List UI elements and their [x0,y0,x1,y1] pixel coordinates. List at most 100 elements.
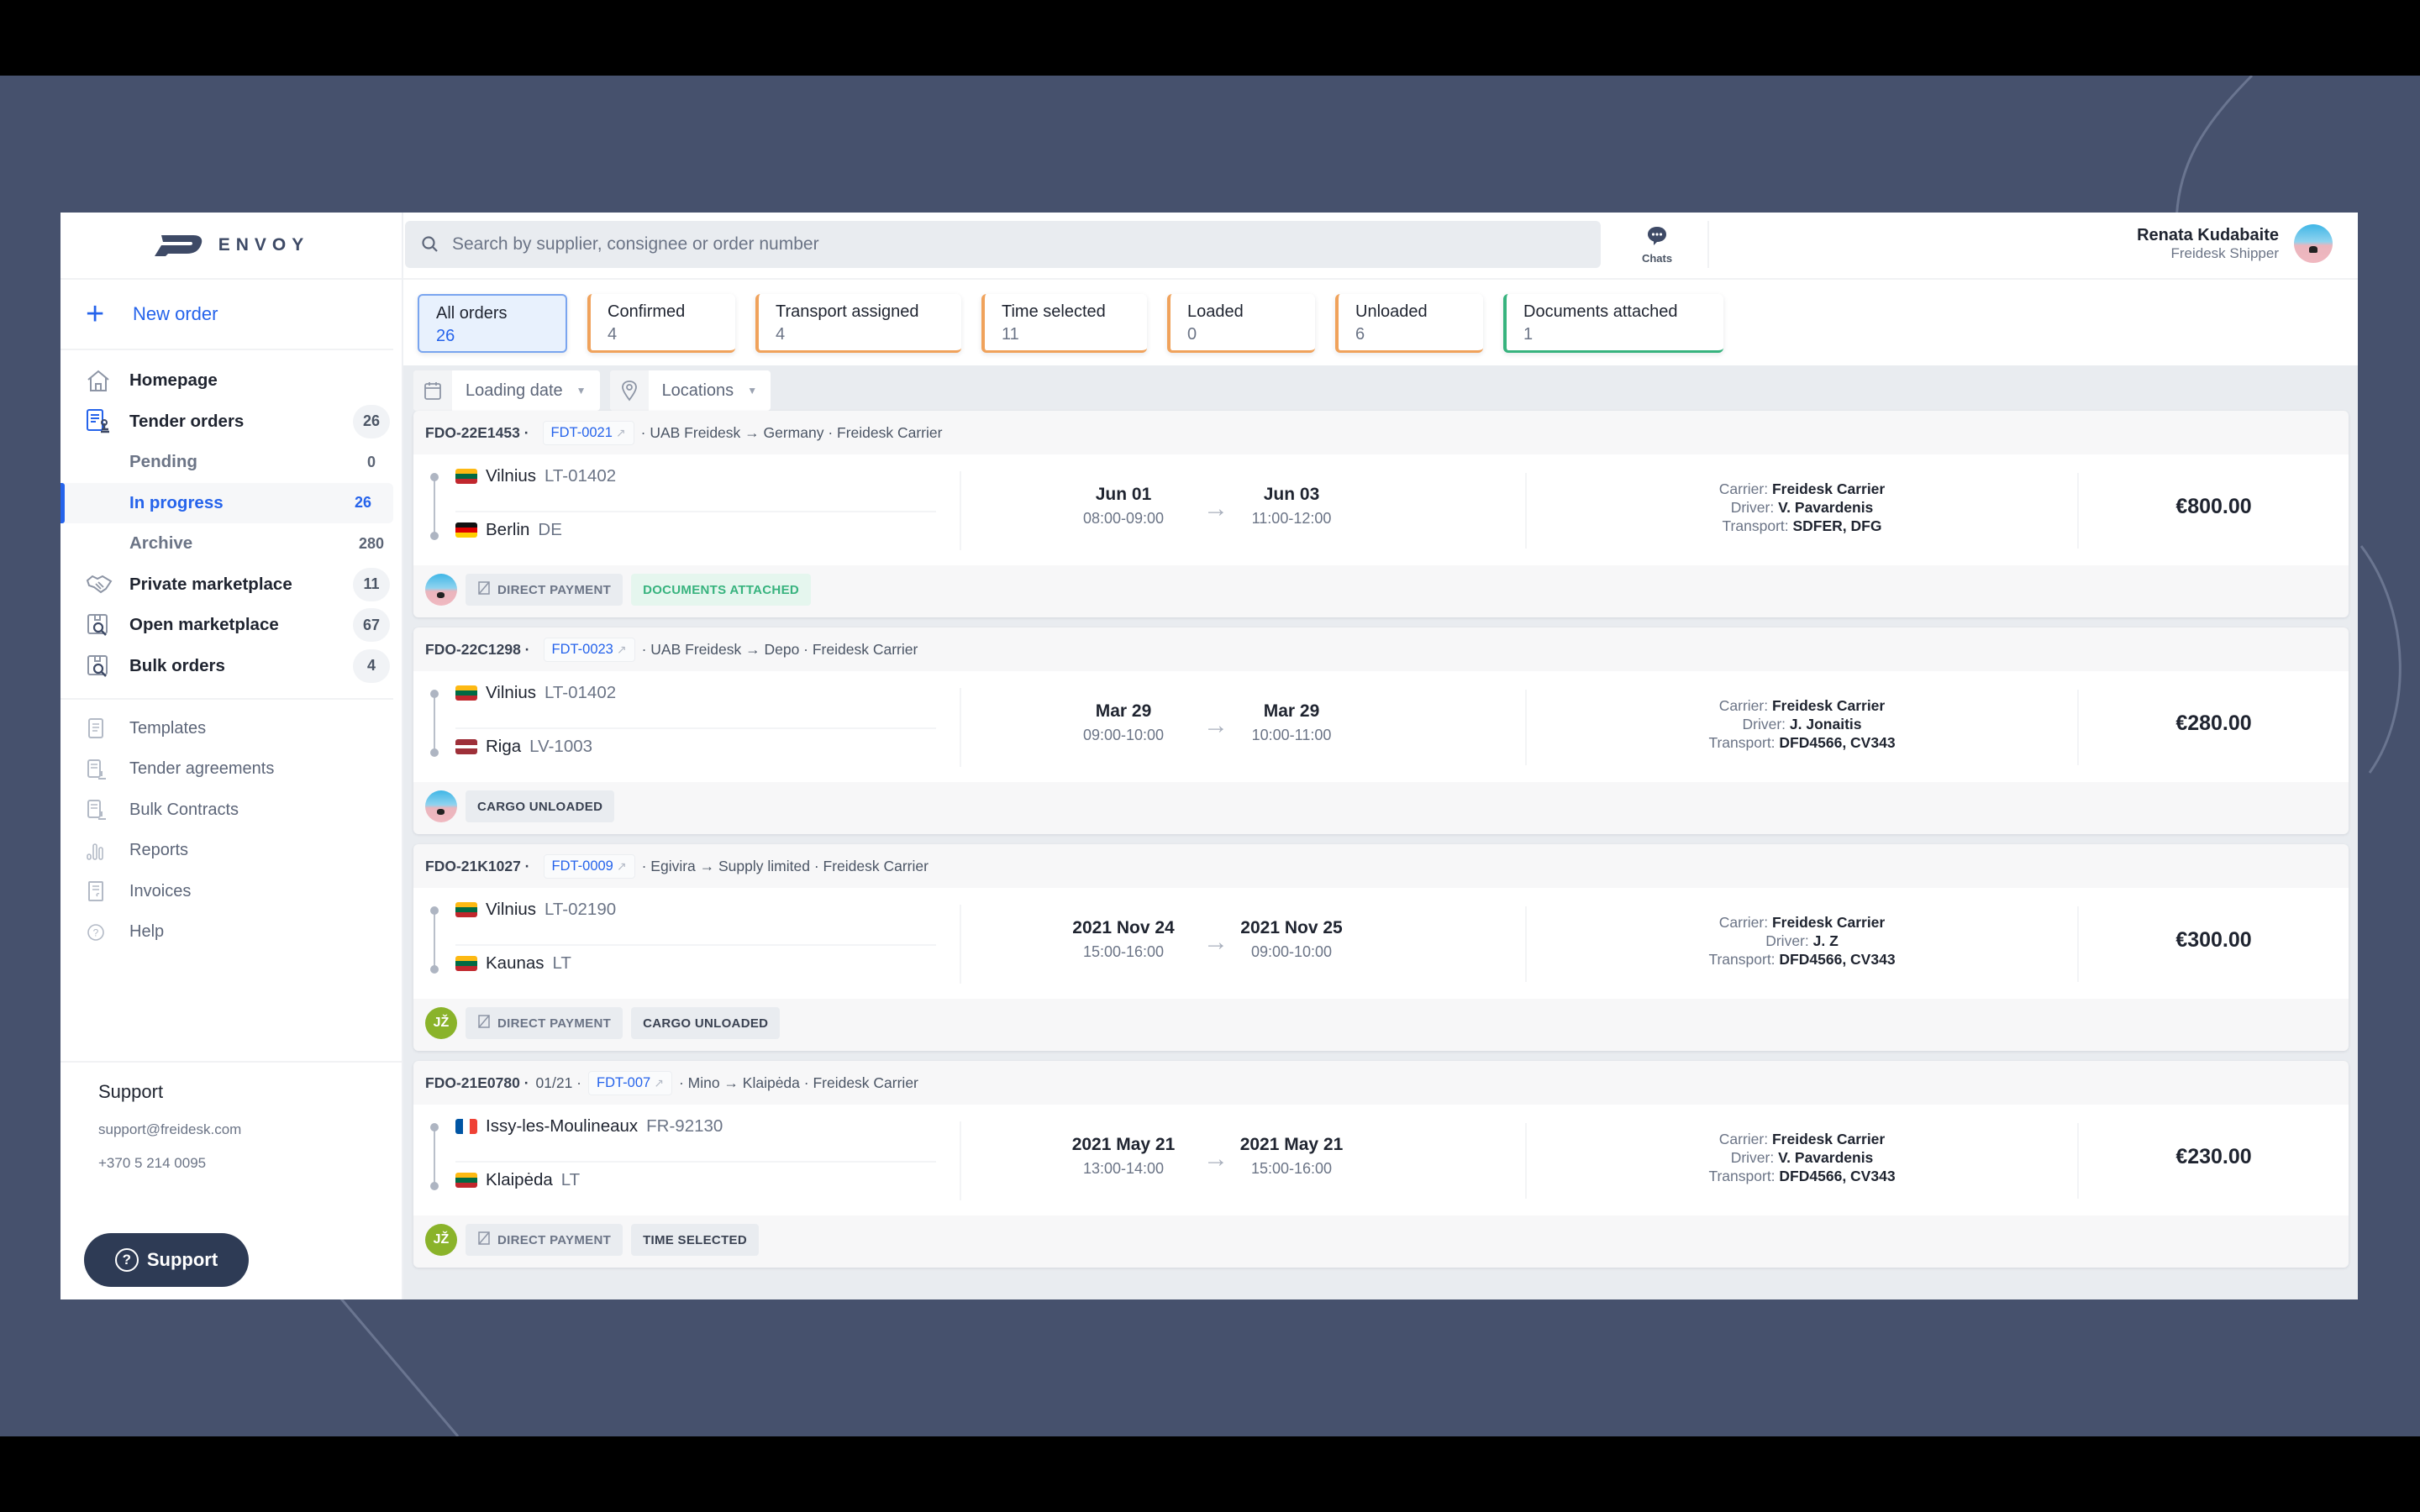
locations-filter[interactable]: Locations ▼ [609,370,771,411]
sidebar-item-homepage[interactable]: Homepage [60,360,402,402]
order-card[interactable]: FDO-22C1298 · FDT-0023 ↗ · UAB Freidesk →… [413,627,2349,834]
tab-transport-assigned[interactable]: Transport assigned 4 [755,294,961,353]
sidebar-nav: Homepage Tender orders 26 Pending 0 In p… [60,350,402,953]
support-button[interactable]: ? Support [84,1233,249,1287]
support-section: Support support@freidesk.com +370 5 214 … [60,1061,402,1189]
tender-ref-link[interactable]: FDT-007 ↗ [588,1070,672,1095]
logo[interactable]: ENVOY [60,213,402,280]
tab-documents-attached[interactable]: Documents attached 1 [1503,294,1723,353]
order-id[interactable]: FDO-22E1453 · [425,424,529,442]
assignee-avatar[interactable]: JŽ [425,1224,457,1256]
destination-code: LV-1003 [529,737,593,756]
loading-window: 2021 May 21 13:00-14:00 [1052,1135,1195,1178]
order-price: €300.00 [2175,928,2252,952]
support-phone[interactable]: +370 5 214 0095 [98,1155,402,1172]
status-badge-label: CARGO UNLOADED [477,799,603,814]
origin-city: Vilnius [486,466,537,486]
sidebar-item-in-progress[interactable]: In progress 26 [60,482,393,523]
sidebar-item-archive[interactable]: Archive 280 [60,523,402,564]
status-badge-label: DIRECT PAYMENT [497,582,612,597]
count-badge: 26 [354,494,372,512]
sidebar-item-private-marketplace[interactable]: Private marketplace 11 [60,564,402,606]
tab-count: 26 [436,327,455,345]
tab-all-orders[interactable]: All orders 26 [418,294,567,353]
loading-date-filter[interactable]: Loading date ▼ [413,370,600,411]
assignee-avatar[interactable] [425,574,457,606]
tab-time-selected[interactable]: Time selected 11 [981,294,1147,353]
unloading-date: Jun 03 [1263,485,1320,504]
user-avatar[interactable] [2294,224,2333,263]
loading-date: 2021 Nov 24 [1072,918,1175,937]
sidebar-item-tender-agreements[interactable]: Tender agreements [60,749,402,790]
loading-date: Mar 29 [1095,701,1152,721]
count-badge: 280 [358,534,385,552]
no-payment-icon [477,580,491,599]
template-icon [86,715,119,742]
filters-bar: Loading date ▼ Locations ▼ [413,370,771,411]
driver-name: V. Pavardenis [1778,1149,1874,1166]
order-id[interactable]: FDO-21E0780 · [425,1074,529,1092]
driver-key: Driver: [1742,716,1786,732]
carrier-key: Carrier: [1718,1131,1769,1147]
sidebar-item-label: Templates [129,718,207,738]
support-email-link[interactable]: support@freidesk.com [98,1121,402,1138]
order-card[interactable]: FDO-21K1027 · FDT-0009 ↗ · Egivira → Supp… [413,844,2349,1051]
destination-stop: Kaunas LT [455,953,571,974]
route: Issy-les-Moulineaux FR-92130 Klaipėda LT [425,1116,961,1200]
tender-ref-link[interactable]: FDT-0021 ↗ [542,420,634,445]
route-separator [455,511,936,512]
order-card[interactable]: FDO-22E1453 · FDT-0021 ↗ · UAB Freidesk →… [413,411,2349,617]
tab-confirmed[interactable]: Confirmed 4 [587,294,735,353]
caret-down-icon: ▼ [747,385,758,396]
chats-button[interactable]: Chats [1607,221,1709,268]
unloading-date: 2021 May 21 [1239,1135,1344,1154]
help-icon: ? [86,919,119,946]
assignee-avatar[interactable]: JŽ [425,1007,457,1039]
search-bar[interactable] [405,221,1601,268]
status-badge-label: DIRECT PAYMENT [497,1016,612,1031]
search-input[interactable] [452,234,1544,255]
tab-unloaded[interactable]: Unloaded 6 [1335,294,1483,353]
no-payment-icon [477,1231,491,1249]
driver-key: Driver: [1765,932,1809,949]
route-line [434,693,435,752]
destination-city: Berlin [486,520,530,539]
order-body: Vilnius LT-01402 Riga LV-1003 Mar 29 09:… [413,671,2349,782]
assignee-avatar[interactable] [425,790,457,822]
sidebar-item-pending[interactable]: Pending 0 [60,442,402,483]
order-extra: 01/21 · [535,1074,582,1091]
schedule: 2021 Nov 24 15:00-16:00 → 2021 Nov 25 09… [1069,918,1371,977]
user-menu[interactable]: Renata Kudabaite Freidesk Shipper [2137,224,2333,263]
order-id[interactable]: FDO-21K1027 · [425,858,530,875]
sidebar-item-label: Reports [129,841,189,860]
unloading-time: 11:00-12:00 [1251,510,1332,527]
destination-code: LT [552,953,571,973]
sidebar-item-label: Pending [129,452,197,472]
sidebar-item-invoices[interactable]: Invoices [60,871,402,912]
sidebar-item-open-marketplace[interactable]: Open marketplace 67 [60,605,402,646]
top-header: Chats Renata Kudabaite Freidesk Shipper [403,213,2358,280]
tender-ref-link[interactable]: FDT-0009 ↗ [543,853,635,879]
sidebar-item-reports[interactable]: Reports [60,831,402,872]
sidebar-item-bulk-contracts[interactable]: Bulk Contracts [60,790,402,831]
tender-ref-link[interactable]: FDT-0023 ↗ [543,637,635,662]
route-end-dot [430,965,439,974]
sidebar-item-help[interactable]: ? Help [60,912,402,953]
order-id[interactable]: FDO-22C1298 · [425,641,530,659]
origin-flag-icon [455,1119,477,1134]
origin-city: Vilnius [486,683,537,702]
origin-city: Vilnius [486,900,537,919]
order-card[interactable]: FDO-21E0780 · 01/21 · FDT-007 ↗ · Mino → … [413,1061,2349,1268]
sidebar-item-label: In progress [129,492,224,512]
nav-divider [60,698,393,700]
sidebar-item-bulk-orders[interactable]: Bulk orders 4 [60,646,402,687]
external-link-icon: ↗ [654,1075,664,1089]
sidebar-item-tender-orders[interactable]: Tender orders 26 [60,402,402,443]
transport-plates: DFD4566, CV343 [1779,1168,1896,1184]
tab-loaded[interactable]: Loaded 0 [1167,294,1315,353]
sidebar-item-templates[interactable]: Templates [60,708,402,749]
origin-flag-icon [455,685,477,701]
loading-window: Mar 29 09:00-10:00 [1052,701,1195,744]
new-order-button[interactable]: + New order [60,280,393,350]
destination-code: LT [560,1170,581,1189]
